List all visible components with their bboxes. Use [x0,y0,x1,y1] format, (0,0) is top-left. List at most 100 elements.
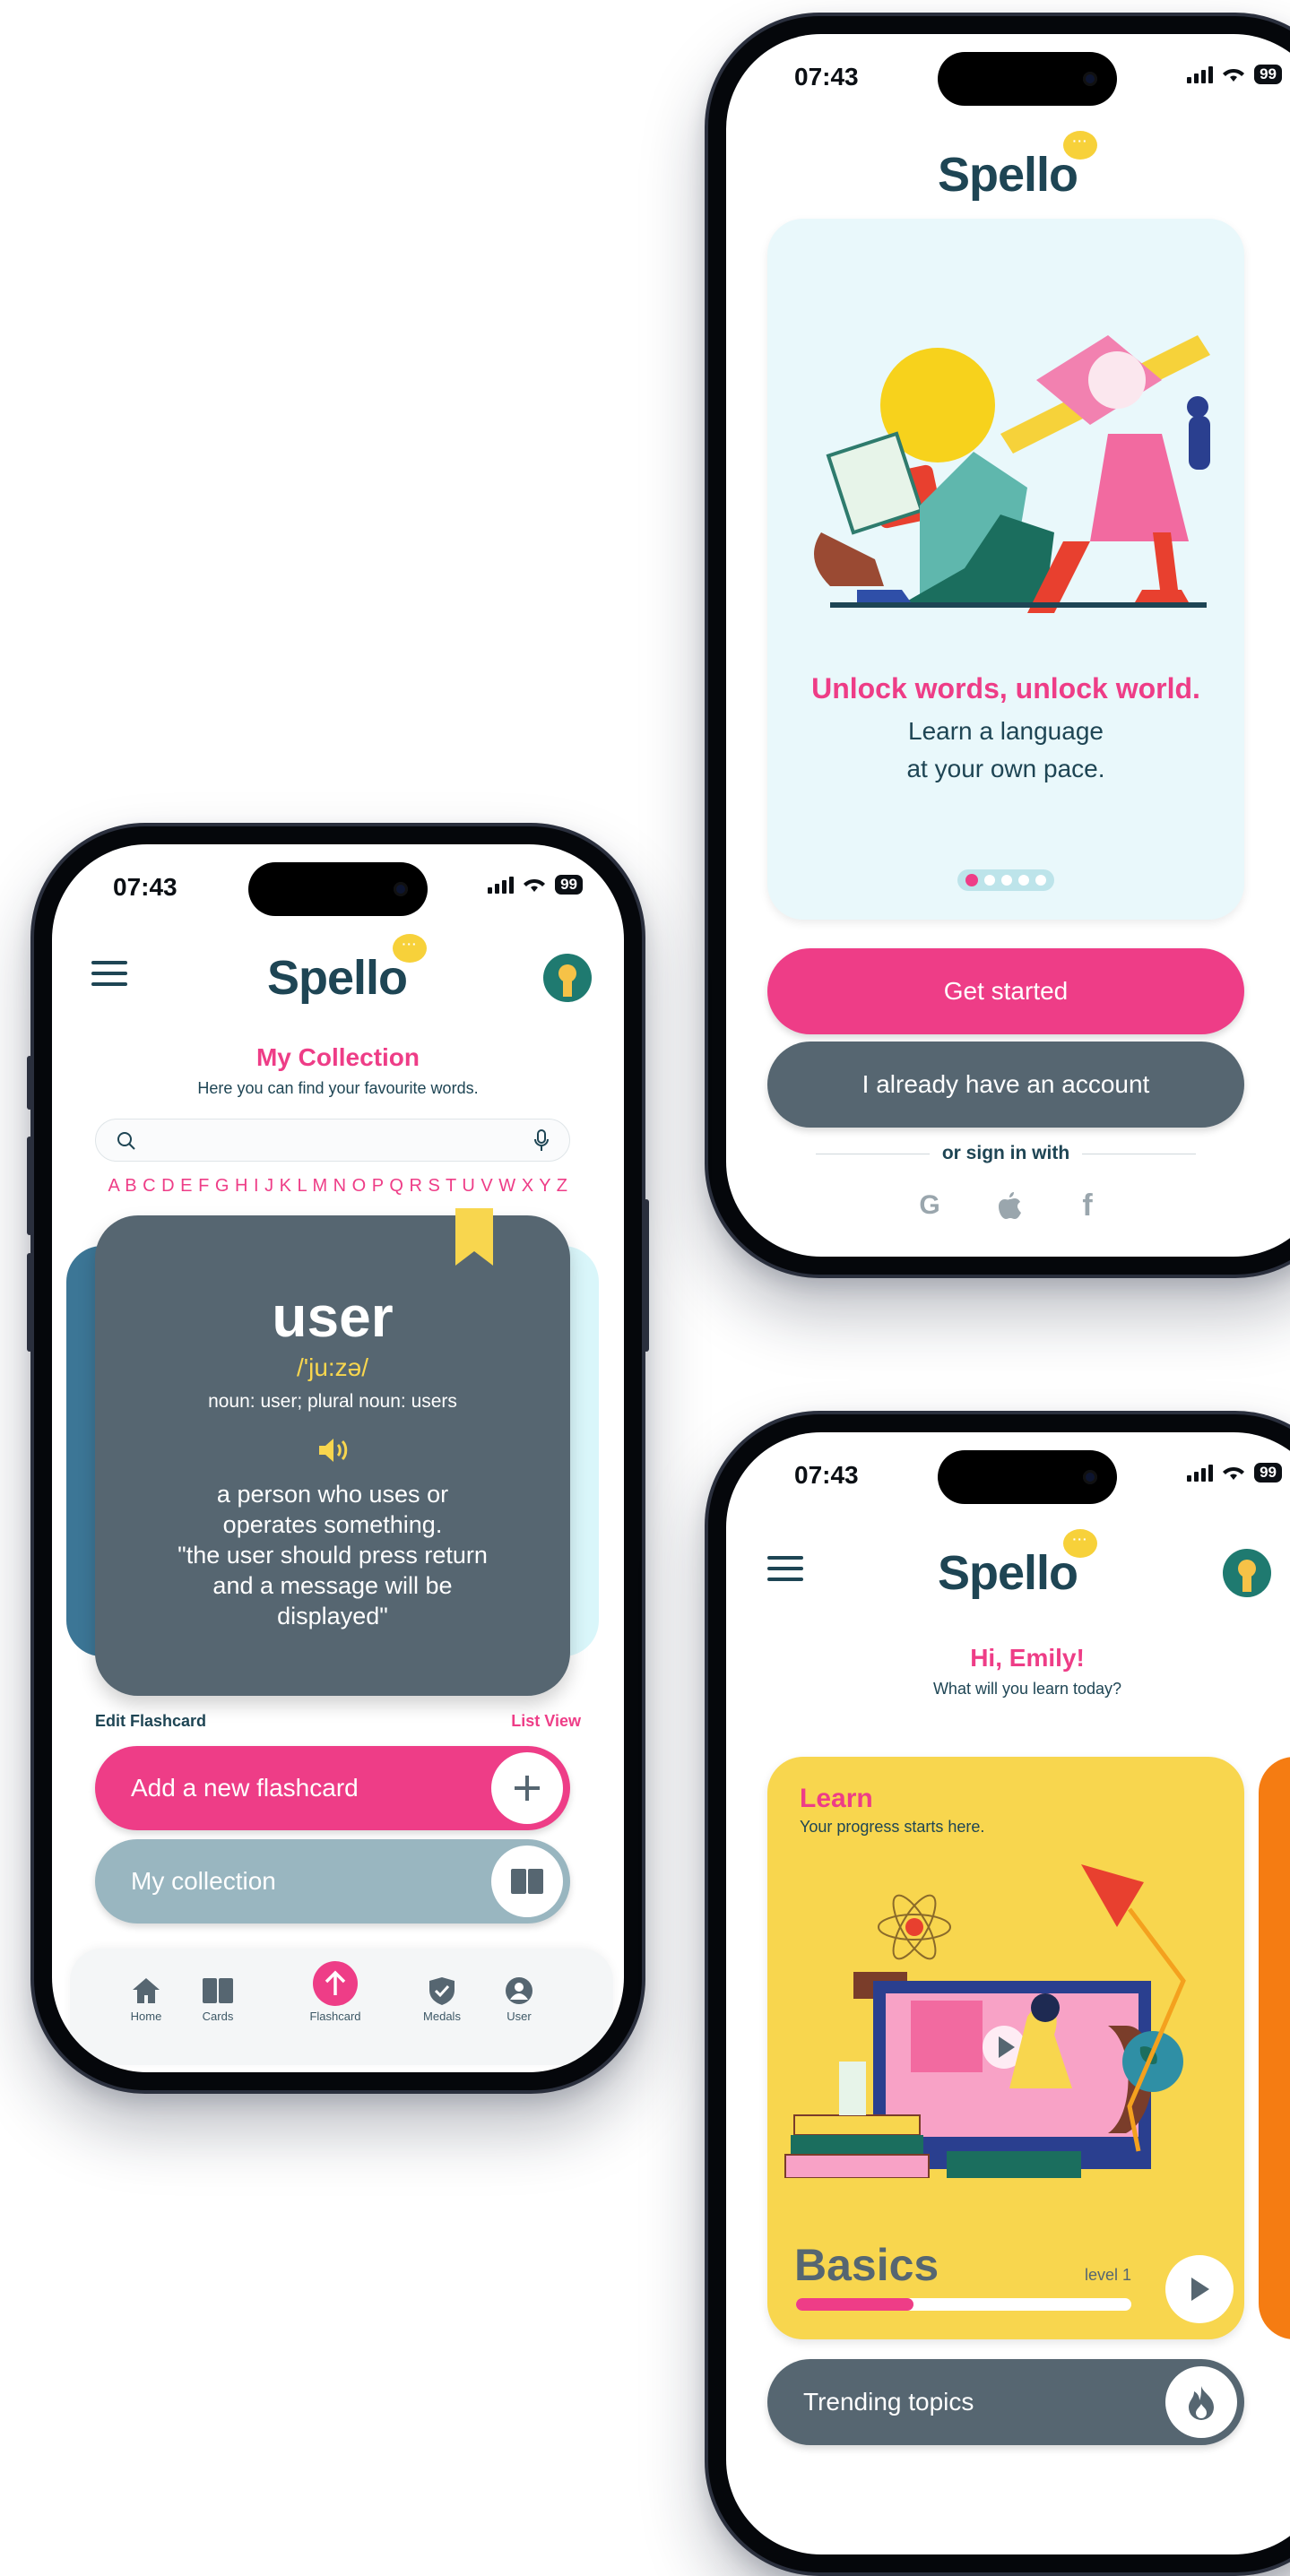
edit-flashcard-link[interactable]: Edit Flashcard [95,1712,206,1731]
card-definition-line: and a message will be [212,1572,453,1599]
card-definition-line: "the user should press return [177,1542,488,1569]
search-icon [117,1132,135,1150]
sign-in-divider-text: or sign in with [941,1143,1070,1163]
pager-dot[interactable] [984,875,996,886]
flame-icon [1165,2366,1237,2438]
status-time: 07:43 [794,63,859,91]
list-view-link[interactable]: List View [511,1712,581,1731]
facebook-sign-in[interactable]: f [1074,1189,1101,1223]
status-bar: 07:43 99 [726,1461,1290,1497]
add-flashcard-button[interactable]: Add a new flashcard [95,1746,570,1830]
onboarding-subline-1: Learn a language [908,717,1104,745]
play-icon [1191,2278,1209,2301]
nav-user[interactable]: User [497,1975,541,2023]
next-card-orange[interactable] [1259,1757,1290,2339]
shield-icon [429,1977,455,2005]
user-icon [506,1977,532,2004]
have-account-button[interactable]: I already have an account [767,1042,1244,1128]
course-progress-track [796,2298,1131,2311]
nav-user-label: User [506,2010,532,2023]
my-collection-label: My collection [131,1867,276,1895]
pager-dot[interactable] [1035,875,1046,886]
brand-name: Spello [938,1546,1078,1600]
chat-bubble-icon: ··· [1063,131,1098,160]
brand-logo: Spello ··· [267,934,428,1006]
cards-icon [203,1978,233,2003]
onboarding-card: Unlock words, unlock world. Learn a lang… [767,219,1244,920]
nav-cards-label: Cards [202,2010,234,2023]
phone-collection: 07:43 99 Spello ··· My Collection Here y… [27,823,649,2094]
sign-in-divider: or sign in with [816,1140,1197,1167]
flashcard[interactable]: user /'ju:zə/ noun: user; plural noun: u… [95,1208,570,1696]
learn-title: Learn [800,1784,873,1813]
course-level: level 1 [1085,2266,1132,2284]
page-title: My Collection [255,1043,420,1071]
home-screen: 07:43 99 Spello ··· Hi, Emily! What will… [726,1432,1290,2554]
nav-home-label: Home [130,2010,162,2023]
pager-dot[interactable] [1017,875,1029,886]
card-definition-line: a person who uses or [216,1481,449,1508]
page-subtitle: Here you can find your favourite words. [197,1079,479,1097]
plus-icon [491,1752,563,1824]
menu-icon[interactable] [91,961,127,988]
bookmark-icon[interactable] [455,1208,493,1266]
status-time: 07:43 [113,873,177,901]
card-phonetic: /'ju:zə/ [296,1353,369,1381]
status-time: 07:43 [794,1461,859,1489]
wifi-icon [1223,1467,1245,1480]
book-icon [491,1846,563,1917]
nav-medals[interactable]: Medals [420,1975,464,2023]
nav-medals-label: Medals [423,2010,461,2023]
card-definition-line: displayed" [277,1603,388,1629]
learn-card[interactable]: Learn Your progress starts here. Basics … [767,1757,1244,2339]
nav-cards[interactable]: Cards [195,1975,240,2023]
greeting-prompt: What will you learn today? [932,1680,1122,1698]
user-avatar[interactable] [1223,1549,1271,1597]
my-collection-button[interactable]: My collection [95,1839,570,1923]
get-started-button[interactable]: Get started [767,948,1244,1034]
pager-dot-active[interactable] [965,874,979,886]
course-progress-fill [796,2298,913,2311]
nav-flashcard[interactable]: Flashcard [299,1961,371,2023]
search-input[interactable] [95,1119,570,1162]
google-sign-in[interactable]: G [916,1190,943,1221]
speaker-icon[interactable] [316,1436,351,1465]
home-icon [133,1978,160,2003]
brand-logo: Spello ··· [938,131,1098,203]
pager-dot[interactable] [1000,875,1012,886]
status-bar: 07:43 99 [52,873,624,909]
brand-name: Spello [267,951,408,1005]
chat-bubble-icon: ··· [393,934,428,963]
nav-home[interactable]: Home [124,1975,169,2023]
brand-logo: Spello ··· [938,1529,1098,1601]
signal-icon [1187,1464,1214,1482]
battery-icon: 99 [1254,65,1282,84]
learn-illustration [784,1864,1186,2178]
phone-onboarding: 07:43 99 Spello ··· Unlock words, unlock… [705,13,1290,1278]
onboarding-screen: 07:43 99 Spello ··· Unlock words, unlock… [726,34,1290,1257]
trending-topics-button[interactable]: Trending topics [767,2359,1244,2445]
course-title: Basics [794,2240,939,2290]
upload-icon [313,1961,358,2006]
card-grammar: noun: user; plural noun: users [208,1391,457,1412]
hero-illustration [814,335,1210,613]
apple-icon[interactable] [997,1190,1022,1219]
signal-icon [1187,65,1214,83]
have-account-label: I already have an account [861,1070,1150,1098]
user-avatar[interactable] [543,954,592,1002]
brand-name: Spello [938,148,1078,202]
collection-screen: 07:43 99 Spello ··· My Collection Here y… [52,844,624,2072]
alphabet-index[interactable]: A B C D E F G H I J K L M N O P Q R S T … [52,1176,624,1197]
pager-dots[interactable] [957,869,1054,891]
trending-topics-label: Trending topics [803,2388,974,2416]
wifi-icon [1223,69,1245,82]
onboarding-headline: Unlock words, unlock world. [811,672,1200,705]
play-button[interactable] [1165,2255,1234,2323]
microphone-icon[interactable] [533,1128,550,1154]
battery-icon: 99 [555,875,583,895]
battery-icon: 99 [1254,1463,1282,1482]
menu-icon[interactable] [767,1556,803,1583]
get-started-label: Get started [943,977,1069,1005]
chat-bubble-icon: ··· [1063,1529,1098,1558]
card-definition-line: operates something. [222,1511,443,1538]
